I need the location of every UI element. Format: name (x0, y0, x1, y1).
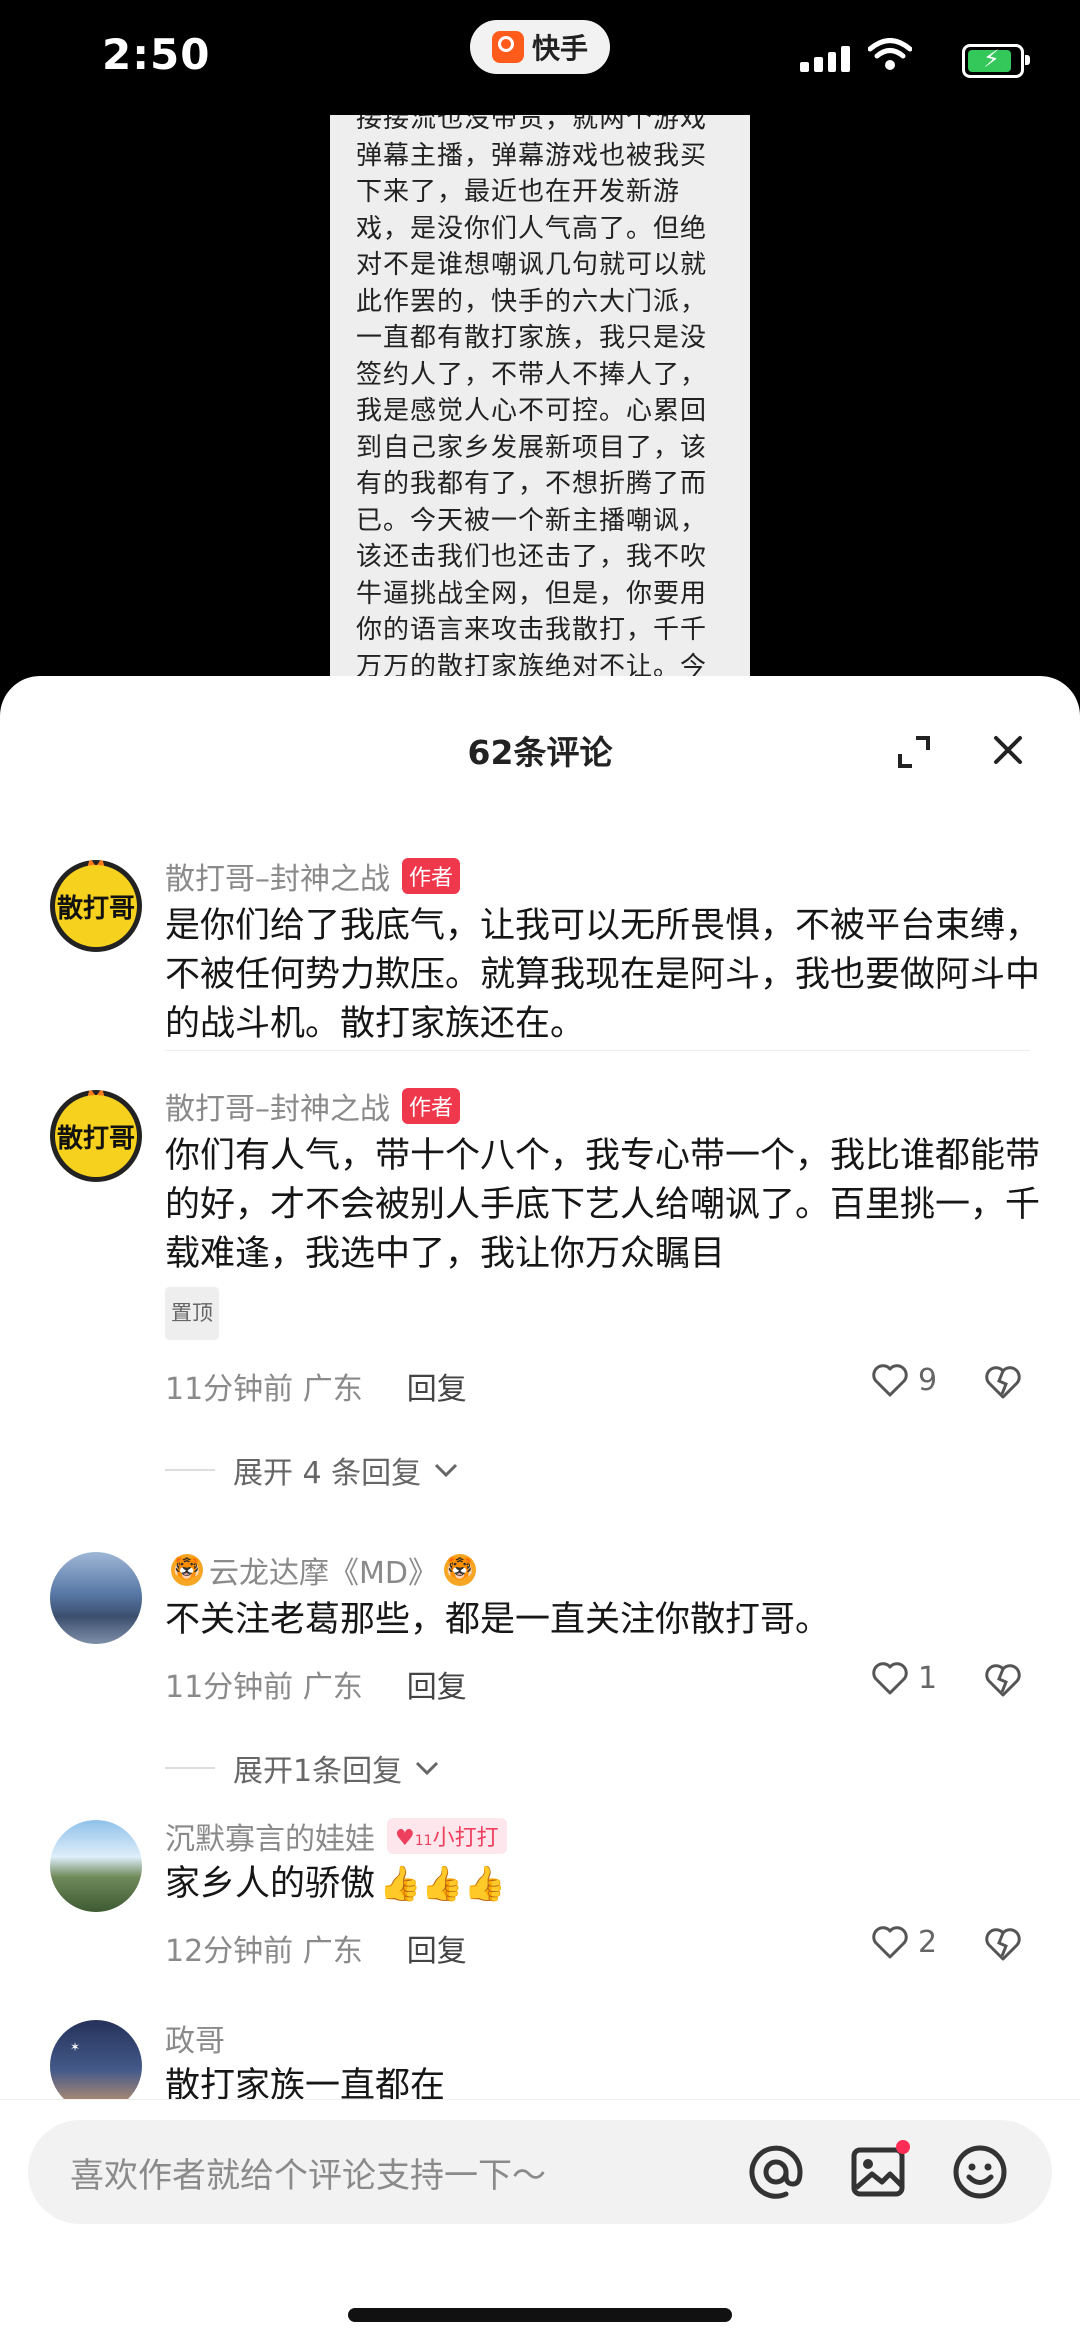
comment-username[interactable]: 散打哥–封神之战 作者 (165, 1084, 461, 1128)
comment-meta: 11分钟前 广东 回复 (165, 1364, 467, 1408)
close-icon[interactable] (988, 730, 1028, 770)
video-text-line: 接接流也没带货，就两个游戏 (356, 115, 708, 134)
video-text-line: 已。今天被一个新主播嘲讽， (356, 505, 708, 536)
reply-button[interactable]: 回复 (407, 1364, 467, 1408)
app-name: 快手 (531, 32, 588, 65)
fan-badge: ♥11小打打 (387, 1818, 507, 1854)
video-text-line: 该还击我们也还击了，我不吹 (356, 542, 708, 572)
like-button[interactable]: 9 (870, 1362, 937, 1398)
mention-icon[interactable] (746, 2142, 806, 2202)
author-badge: 作者 (402, 1088, 461, 1124)
comment-time: 12分钟前 广东 (165, 1934, 363, 1969)
avatar[interactable]: 散打哥 (50, 860, 142, 952)
expand-replies-button[interactable]: 展开 4 条回复 (165, 1448, 461, 1492)
comment-input[interactable]: 喜欢作者就给个评论支持一下～ (28, 2120, 1052, 2224)
tiger-emoji-icon: 🐯 (171, 1554, 203, 1586)
like-count: 9 (918, 1362, 938, 1398)
comments-sheet: 62条评论 散打哥 散打哥–封神之战 作者 是你们给了我底气，让我可以无所畏惧，… (0, 676, 1080, 2338)
broken-heart-icon[interactable] (983, 1662, 1023, 1698)
video-text-line: 签约人了，不带人不捧人了， (356, 359, 708, 390)
comment-meta: 12分钟前 广东 回复 (165, 1926, 467, 1970)
thumbs-up-emoji-icon: 👍👍👍 (379, 1864, 507, 1904)
pinned-badge: 置顶 (165, 1287, 219, 1340)
comment-text[interactable]: 不关注老葛那些，都是一直关注你散打哥。 (165, 1596, 1045, 1645)
like-button[interactable]: 2 (870, 1924, 937, 1960)
chevron-down-icon (416, 1761, 439, 1776)
notification-dot (896, 2140, 910, 2154)
comment-username[interactable]: 沉默寡言的娃娃 ♥11小打打 (165, 1814, 507, 1858)
comment-time: 11分钟前 广东 (165, 1372, 363, 1407)
comment-text[interactable]: 你们有人气，带十个八个，我专心带一个，我比谁都能带的好，才不会被别人手底下艺人给… (165, 1132, 1045, 1340)
reply-button[interactable]: 回复 (407, 1926, 467, 1970)
video-text: 接接流也没带货，就两个游戏弹幕主播，弹幕游戏也被我买 下来了，最近也在开发新游 戏，… (330, 115, 750, 685)
signal-icon (800, 46, 850, 72)
video-text-line: 下来了，最近也在开发新游 (356, 177, 681, 207)
video-text-line: 此作罢的，快手的六大门派， (356, 286, 708, 317)
status-bar: 2:50 快手 ⚡ (0, 0, 1080, 115)
battery-icon: ⚡ (962, 44, 1030, 78)
like-count: 1 (918, 1660, 938, 1696)
like-count: 2 (918, 1924, 938, 1960)
expand-icon[interactable] (896, 734, 932, 770)
broken-heart-icon[interactable] (983, 1926, 1023, 1962)
comment-meta: 11分钟前 广东 回复 (165, 1662, 467, 1706)
comment-input-placeholder: 喜欢作者就给个评论支持一下～ (70, 2156, 546, 2196)
comment-username[interactable]: 政哥 (165, 2016, 225, 2060)
video-text-frame: 接接流也没带货，就两个游戏弹幕主播，弹幕游戏也被我买 下来了，最近也在开发新游 戏，… (330, 115, 750, 685)
comment-input-bar: 喜欢作者就给个评论支持一下～ (0, 2099, 1080, 2338)
video-text-line: 弹幕主播，弹幕游戏也被我买 (356, 140, 708, 171)
video-text-line: 牛逼挑战全网，但是，你要用 (356, 578, 708, 609)
video-text-line: 我是感觉人心不可控。心累回 (356, 396, 708, 426)
heart-icon (872, 1364, 908, 1397)
video-text-line: 你的语言来攻击我散打，千千 (356, 615, 708, 645)
status-time: 2:50 (102, 30, 211, 79)
home-indicator[interactable] (348, 2308, 732, 2322)
expand-replies-button[interactable]: 展开1条回复 (165, 1746, 442, 1790)
heart-icon (872, 1662, 908, 1695)
app-indicator[interactable]: 快手 (470, 20, 610, 74)
video-text-line: 对不是谁想嘲讽几句就可以就 (356, 250, 708, 280)
comment-username[interactable]: 散打哥–封神之战 作者 (165, 854, 461, 898)
comment-time: 11分钟前 广东 (165, 1670, 363, 1705)
video-text-line: 一直都有散打家族，我只是没 (356, 323, 708, 353)
author-badge: 作者 (402, 858, 461, 894)
tiger-emoji-icon: 🐯 (443, 1554, 476, 1586)
emoji-icon[interactable] (950, 2142, 1010, 2202)
comment-text[interactable]: 家乡人的骄傲 👍👍👍 (165, 1860, 1045, 1909)
comment-username[interactable]: 🐯 云龙达摩《MD》 🐯 (165, 1548, 482, 1592)
video-text-line: 戏，是没你们人气高了。但绝 (356, 213, 708, 244)
heart-icon (872, 1926, 908, 1959)
video-text-line: 到自己家乡发展新项目了，该 (356, 432, 708, 463)
kuaishou-logo-icon (491, 31, 524, 63)
wifi-icon (868, 38, 912, 70)
comment-text[interactable]: 是你们给了我底气，让我可以无所畏惧，不被平台束缚，不被任何势力欺压。就算我现在是… (165, 902, 1045, 1049)
sheet-header: 62条评论 (0, 676, 1080, 824)
chevron-down-icon (435, 1463, 458, 1478)
avatar[interactable] (50, 1820, 142, 1912)
like-button[interactable]: 1 (870, 1660, 937, 1696)
image-picker-button[interactable] (848, 2140, 910, 2206)
avatar[interactable]: 散打哥 (50, 1090, 142, 1182)
divider (165, 1050, 1030, 1051)
broken-heart-icon[interactable] (983, 1364, 1023, 1400)
video-text-line: 有的我都有了，不想折腾了而 (356, 469, 708, 499)
avatar[interactable] (50, 1552, 142, 1644)
reply-button[interactable]: 回复 (407, 1662, 467, 1706)
